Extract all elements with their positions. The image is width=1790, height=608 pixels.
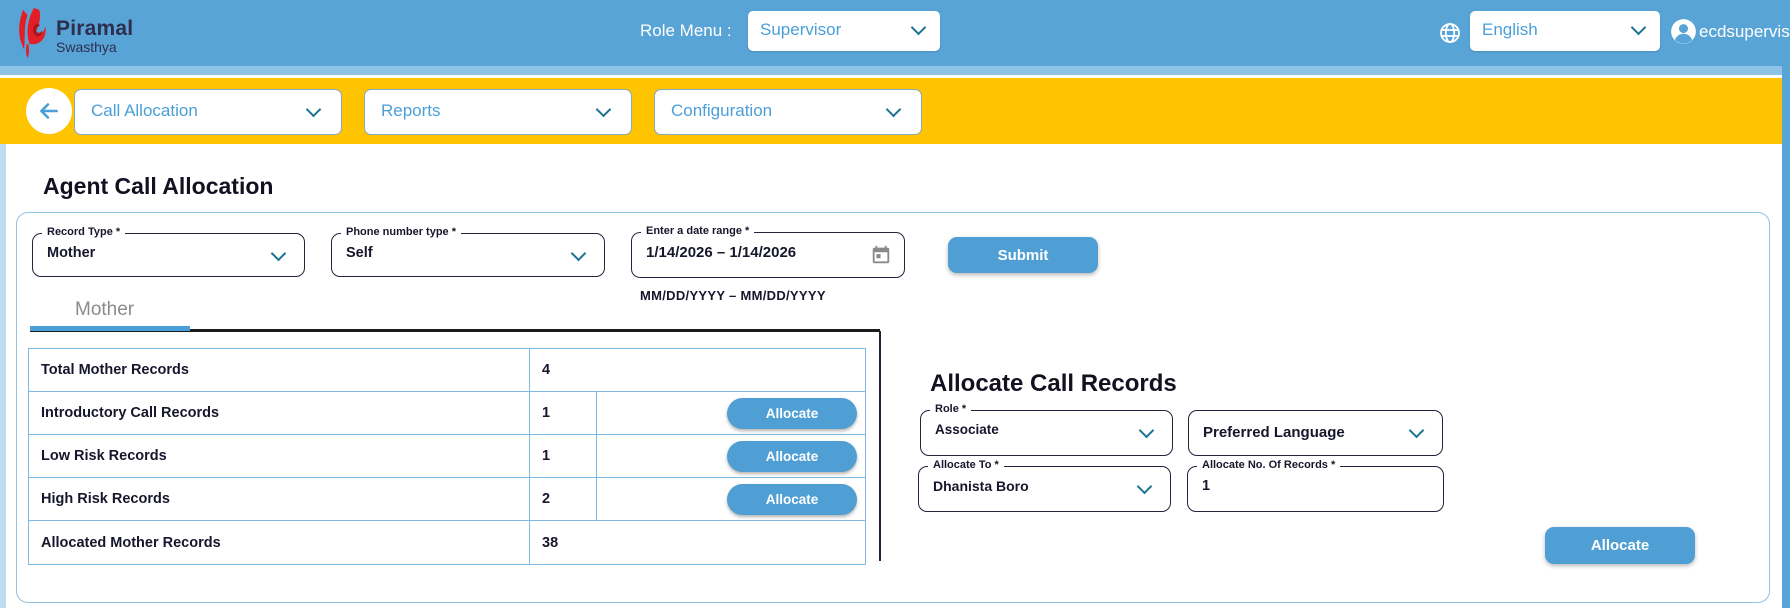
screen: Piramal Swasthya Role Menu : Supervisor … xyxy=(0,0,1790,608)
arrow-left-icon xyxy=(36,98,62,124)
globe-icon[interactable] xyxy=(1438,21,1462,45)
allocate-button[interactable]: Allocate xyxy=(1545,527,1695,564)
row-value: 4 xyxy=(530,349,597,391)
scrollbar-thumb[interactable] xyxy=(1782,66,1790,608)
allocate-row-button[interactable]: Allocate xyxy=(727,441,857,472)
chevron-down-icon xyxy=(1631,20,1647,36)
row-value: 38 xyxy=(530,521,597,564)
page-edge-stripe xyxy=(0,144,6,608)
nav-menu-label: Configuration xyxy=(671,101,772,121)
field-label: Enter a date range * xyxy=(641,225,754,237)
field-value: Associate xyxy=(935,422,999,437)
chevron-down-icon xyxy=(306,102,322,118)
date-range-input[interactable]: Enter a date range * 1/14/2026 – 1/14/20… xyxy=(631,232,905,278)
field-label: Record Type * xyxy=(42,226,125,238)
nav-bar: Call Allocation Reports Configuration xyxy=(0,78,1790,144)
nav-menu-call-allocation[interactable]: Call Allocation xyxy=(74,89,342,135)
language-select-value: English xyxy=(1482,20,1538,40)
piramal-logo-icon xyxy=(12,8,52,58)
allocate-to-select[interactable]: Allocate To * Dhanista Boro xyxy=(918,466,1171,512)
row-value: 1 xyxy=(530,435,597,477)
row-label: Total Mother Records xyxy=(29,349,530,391)
chevron-down-icon xyxy=(271,246,287,262)
allocate-row-button[interactable]: Allocate xyxy=(727,398,857,429)
date-range-value: 1/14/2026 – 1/14/2026 xyxy=(646,244,796,261)
field-value: Self xyxy=(346,245,373,261)
field-label: Role * xyxy=(930,403,971,415)
submit-button[interactable]: Submit xyxy=(948,237,1098,273)
field-value: 1 xyxy=(1202,478,1210,494)
nav-menu-reports[interactable]: Reports xyxy=(364,89,632,135)
allocate-row-button[interactable]: Allocate xyxy=(727,484,857,515)
allocate-section-title: Allocate Call Records xyxy=(930,370,1177,398)
page-title: Agent Call Allocation xyxy=(43,173,273,200)
username: ecdsupervis xyxy=(1699,22,1790,42)
record-type-select[interactable]: Record Type * Mother xyxy=(32,233,305,277)
row-value: 1 xyxy=(530,392,597,434)
table-row: Low Risk Records 1 Allocate xyxy=(29,435,865,478)
role-field-select[interactable]: Role * Associate xyxy=(920,410,1173,456)
role-menu-label: Role Menu : xyxy=(640,21,732,41)
back-button[interactable] xyxy=(26,88,72,134)
field-label: Phone number type * xyxy=(341,226,461,238)
chevron-down-icon xyxy=(886,102,902,118)
user-icon xyxy=(1670,18,1697,45)
preferred-language-select[interactable]: Preferred Language xyxy=(1188,410,1443,456)
nav-menu-configuration[interactable]: Configuration xyxy=(654,89,922,135)
role-select[interactable]: Supervisor xyxy=(748,11,940,51)
table-row: Introductory Call Records 1 Allocate xyxy=(29,392,865,435)
date-format-hint: MM/DD/YYYY – MM/DD/YYYY xyxy=(640,288,826,303)
phone-number-type-select[interactable]: Phone number type * Self xyxy=(331,233,605,277)
brand-logo: Piramal Swasthya xyxy=(12,8,133,58)
records-count-input[interactable]: Allocate No. Of Records * 1 xyxy=(1187,466,1444,512)
row-label: High Risk Records xyxy=(29,478,530,520)
app-header: Piramal Swasthya Role Menu : Supervisor … xyxy=(0,0,1790,66)
nav-menu-label: Reports xyxy=(381,101,441,121)
table-row: Allocated Mother Records 38 xyxy=(29,521,865,564)
table-row: High Risk Records 2 Allocate xyxy=(29,478,865,521)
chevron-down-icon xyxy=(1139,423,1155,439)
role-select-value: Supervisor xyxy=(760,20,841,40)
chevron-down-icon xyxy=(1409,423,1425,439)
calendar-icon[interactable] xyxy=(870,244,892,266)
chevron-down-icon xyxy=(596,102,612,118)
chevron-down-icon xyxy=(911,20,927,36)
header-divider-stripe xyxy=(0,66,1790,75)
table-row: Total Mother Records 4 xyxy=(29,349,865,392)
chevron-down-icon xyxy=(1137,479,1153,495)
tab-indicator xyxy=(30,326,190,331)
field-value: Dhanista Boro xyxy=(933,478,1029,494)
field-value: Preferred Language xyxy=(1203,424,1345,441)
tab-mother[interactable]: Mother xyxy=(75,299,134,321)
row-label: Introductory Call Records xyxy=(29,392,530,434)
row-value: 2 xyxy=(530,478,597,520)
scrollbar[interactable] xyxy=(1782,66,1790,608)
field-label: Allocate No. Of Records * xyxy=(1197,459,1340,471)
field-value: Mother xyxy=(47,245,95,261)
user-menu[interactable]: ecdsupervis xyxy=(1670,18,1790,45)
nav-menu-label: Call Allocation xyxy=(91,101,198,121)
row-label: Low Risk Records xyxy=(29,435,530,477)
brand-name: Piramal xyxy=(56,18,133,39)
brand-subtitle: Swasthya xyxy=(56,40,133,54)
table-panel-divider xyxy=(879,331,881,561)
language-select[interactable]: English xyxy=(1470,11,1660,51)
records-table: Total Mother Records 4 Introductory Call… xyxy=(28,348,866,565)
field-label: Allocate To * xyxy=(928,459,1004,471)
chevron-down-icon xyxy=(571,246,587,262)
row-label: Allocated Mother Records xyxy=(29,521,530,564)
